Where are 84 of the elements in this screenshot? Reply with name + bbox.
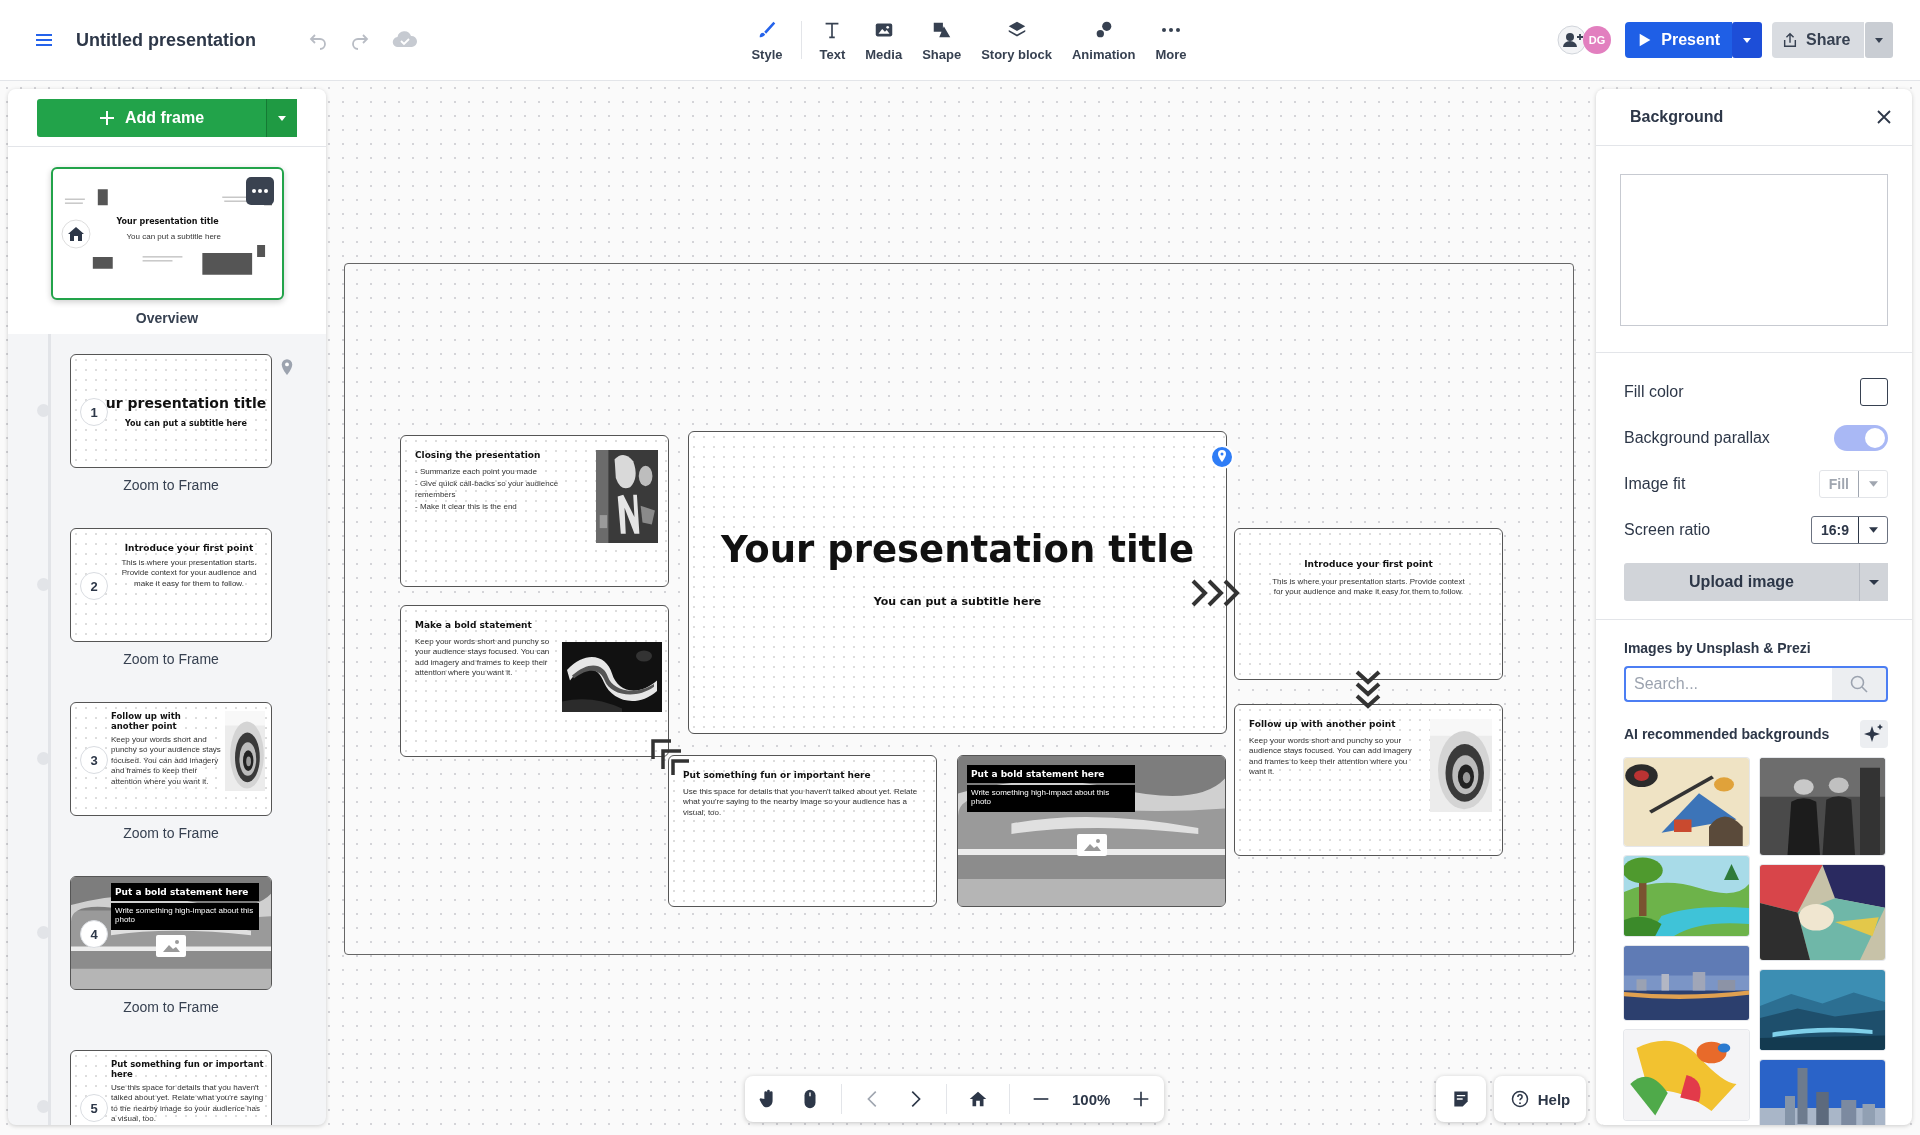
slide-text: Use this space for details that you haven't talked about yet. Relate what you're saying to the nearby image so your audience has a visual, too.: [111, 1083, 265, 1125]
slide-text: This is where your presentation starts. Provide context for your audience and make it easy for them to follow.: [120, 558, 258, 590]
sparkle-icon[interactable]: [1860, 720, 1888, 748]
bullet-text: - Give quick call-backs so your audience remembers: [415, 479, 560, 501]
slide-frame[interactable]: Introduce your first point This is where your presentation starts. Provide context for your audience and make it easy for them to follow.: [1234, 528, 1503, 680]
slide-title: ur presentation title: [105, 394, 267, 411]
toolbar-button[interactable]: More: [1145, 14, 1197, 66]
home-icon[interactable]: [60, 219, 91, 249]
slide-heading: Make a bold statement: [415, 620, 533, 630]
cloud-check-icon: [392, 30, 418, 50]
slide-heading: Follow up with another point: [111, 711, 182, 731]
toolbar-button[interactable]: Shape: [912, 14, 972, 66]
overview-thumbnail[interactable]: Your presentation title You can put a subtitle here: [50, 167, 284, 300]
caret-icon: [1868, 481, 1878, 487]
present-button[interactable]: Present: [1625, 22, 1732, 58]
slide-heading: Introduce your first point: [1304, 559, 1433, 569]
toolbar-button[interactable]: Story block: [971, 14, 1062, 66]
toolbar-button[interactable]: Animation: [1061, 14, 1146, 66]
section-heading: Images by Unsplash & Prezi: [1624, 640, 1812, 656]
slide-frame[interactable]: Make a bold statement Keep your words short and punchy so your audience stays focused. You can add imagery and frames to keep their attention where you want it.: [400, 605, 669, 757]
image-fit-label: Image fit: [1624, 475, 1686, 493]
slide-text: This is where your presentation starts. Provide context for your audience and make it easy for them to follow.: [1271, 577, 1466, 598]
image-placeholder-icon: [156, 935, 186, 958]
slide-subtitle: You can put a subtitle here: [125, 418, 247, 428]
slide-text: Use this space for details that you haven't talked about yet. Relate what you're saying to the nearby image so your audience has a visual, too.: [683, 787, 919, 819]
section-heading: AI recommended backgrounds: [1624, 726, 1830, 742]
slide-frame[interactable]: Follow up with another point Keep your words short and punchy so your audience stays focused. You can add imagery and frames to keep their attention where you want it.: [1234, 704, 1503, 856]
slide-text: Keep your words short and punchy so your audience stays focused. You can add imagery and frames to keep their attention where you want it.: [111, 735, 221, 787]
caret-icon[interactable]: [1864, 22, 1894, 58]
zoom-level[interactable]: 100%: [1072, 1090, 1111, 1108]
share-icon: [1782, 32, 1798, 48]
slide-heading: Put a bold statement here: [111, 883, 259, 901]
caret-icon[interactable]: [1732, 22, 1762, 58]
frame-label[interactable]: Zoom to Frame: [70, 999, 272, 1015]
help-button[interactable]: Help: [1494, 1076, 1586, 1122]
toolbar-button[interactable]: Text: [809, 14, 856, 66]
slide-text: Write something high-impact about this photo: [111, 903, 259, 930]
fill-color-label: Fill color: [1624, 383, 1684, 401]
slide-heading: Closing the presentation: [415, 450, 542, 460]
overview-label: Overview: [135, 310, 199, 326]
location-pin-icon[interactable]: [1210, 445, 1234, 469]
more-options-icon[interactable]: [245, 177, 274, 205]
notes-icon: [1451, 1089, 1471, 1109]
frame-label[interactable]: Zoom to Frame: [70, 825, 272, 841]
bullet-text: - Summarize each point you made: [415, 467, 538, 478]
slide-subtitle: You can put a subtitle here: [873, 594, 1042, 608]
slide-heading: Put something fun or important here: [111, 1059, 265, 1079]
chevrons-down-icon: [1353, 668, 1383, 710]
slide-text: Keep your words short and punchy so your audience stays focused. You can add imagery and frames to keep their attention where you want it.: [415, 637, 551, 679]
slide-text: Keep your words short and punchy so your audience stays focused. You can add imagery and frames to keep their attention where you want it.: [1249, 736, 1413, 778]
slide-heading: Put something fun or important here: [683, 770, 872, 780]
frame-label[interactable]: Zoom to Frame: [70, 651, 272, 667]
slide-frame[interactable]: Closing the presentation - Summarize each point you made - Give quick call-backs so your audience remembers - Make it clear this is the end: [400, 435, 669, 587]
image-placeholder-icon: [1076, 834, 1107, 856]
plus-icon: [98, 110, 115, 126]
screen-ratio-label: Screen ratio: [1624, 521, 1711, 539]
screen-ratio-dropdown[interactable]: 16:9: [1810, 516, 1888, 544]
add-user-icon[interactable]: [1557, 25, 1587, 55]
presentation-title[interactable]: Untitled presentation: [76, 29, 256, 51]
toolbar-button[interactable]: Media: [855, 14, 913, 66]
upload-image-button[interactable]: Upload image: [1624, 563, 1860, 601]
close-icon[interactable]: [1876, 109, 1892, 125]
share-button[interactable]: Share: [1772, 22, 1864, 58]
thumbnail-title: Your presentation title: [116, 217, 219, 226]
slide-frame[interactable]: Put something fun or important here Use this space for details that you haven't talked about yet. Relate what you're saying to the nearby image so your audience has a visual, too.: [668, 755, 937, 907]
parallax-label: Background parallax: [1624, 429, 1770, 447]
caret-icon: [1868, 527, 1878, 533]
slide-frame[interactable]: Your presentation title You can put a subtitle here: [688, 431, 1227, 734]
notes-button[interactable]: [1436, 1076, 1486, 1122]
slide-text: Write something high-impact about this photo: [967, 785, 1135, 812]
slide-heading: Introduce your first point: [124, 543, 254, 553]
panel-title: Background: [1630, 108, 1724, 126]
color-swatch[interactable]: [1860, 378, 1888, 406]
play-icon: [1637, 32, 1652, 48]
bullet-text: - Make it clear this is the end: [415, 502, 518, 513]
frame-label[interactable]: Zoom to Frame: [70, 477, 272, 493]
thumbnail-subtitle: You can put a subtitle here: [126, 232, 221, 241]
toolbar-button[interactable]: Style: [741, 14, 793, 66]
slide-title: Your presentation title: [720, 527, 1195, 571]
parallax-toggle[interactable]: [1834, 425, 1888, 451]
help-icon: [1509, 1089, 1530, 1109]
slide-frame[interactable]: Put a bold statement here Write something high-impact about this photo: [957, 755, 1226, 907]
slide-heading: Follow up with another point: [1249, 719, 1397, 729]
slide-heading: Put a bold statement here: [967, 765, 1135, 783]
